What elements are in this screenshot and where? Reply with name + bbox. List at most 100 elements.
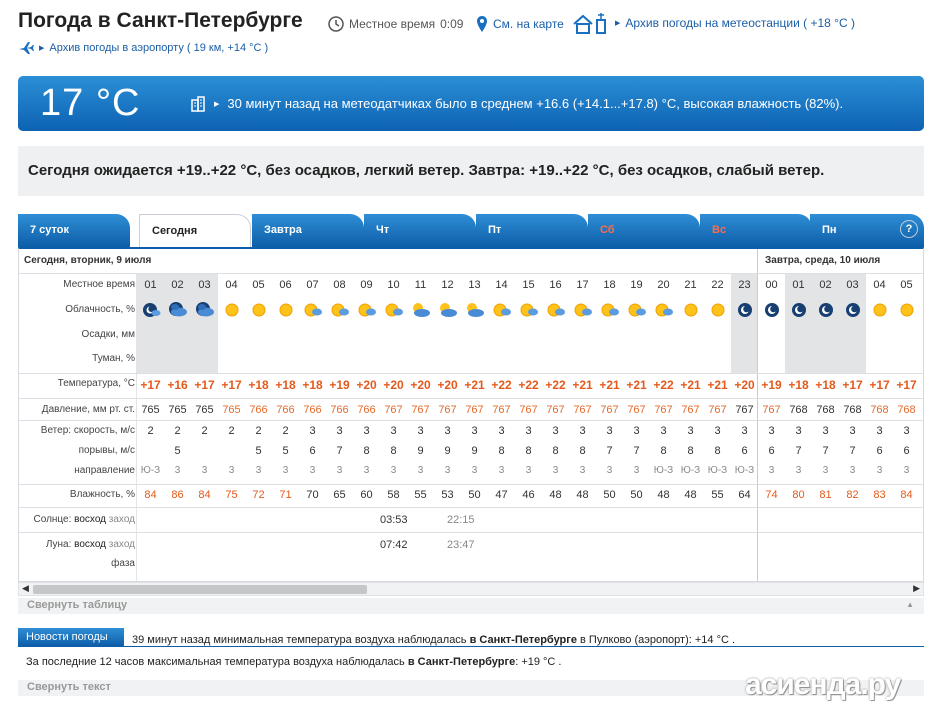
scroll-left-icon[interactable]: ◀ [22, 583, 29, 594]
hour-cell: 01 [792, 279, 805, 291]
collapse-table-button[interactable]: Свернуть таблицу ▲ [18, 598, 924, 614]
night-clear-icon [731, 301, 758, 321]
humidity-cell: 71 [279, 489, 292, 501]
wind-speed-cell: 2 [282, 425, 289, 437]
collapse-table-label[interactable]: Свернуть таблицу [27, 599, 127, 611]
hour-cell: 16 [549, 279, 562, 291]
humidity-cell: 48 [549, 489, 562, 501]
wind-gusts-cell: 7 [822, 445, 829, 457]
temperature-cell: +20 [356, 378, 377, 392]
wind-direction-cell: 3 [849, 465, 856, 476]
wind-speed-cell: 3 [552, 425, 559, 437]
wind-direction-cell: 3 [174, 465, 181, 476]
wind-gusts-cell: 6 [309, 445, 316, 457]
temperature-cell: +20 [383, 378, 404, 392]
airport-archive-label[interactable]: Архив погоды в аэропорту ( 19 км, +14 °C… [49, 42, 268, 54]
humidity-cell: 72 [252, 489, 265, 501]
wind-gusts-cell: 5 [255, 445, 262, 457]
humidity-cell: 46 [522, 489, 535, 501]
pressure-cell: 765 [195, 404, 214, 416]
wind-gusts-cell: 7 [849, 445, 856, 457]
scroll-right-icon[interactable]: ▶ [913, 583, 920, 594]
airport-archive-link[interactable]: ▶ Архив погоды в аэропорту ( 19 км, +14 … [18, 41, 268, 55]
tab-today[interactable]: Сегодня [139, 214, 251, 248]
row-divider [19, 420, 923, 421]
pressure-cell: 767 [708, 404, 727, 416]
night-clear-icon [785, 301, 812, 321]
wind-direction-cell: Ю-З [140, 465, 161, 476]
pressure-cell: 766 [276, 404, 295, 416]
map-link[interactable]: См. на карте [476, 16, 564, 32]
hour-cell: 12 [441, 279, 454, 291]
temperature-cell: +18 [275, 378, 296, 392]
pressure-cell: 767 [573, 404, 592, 416]
wind-gusts-cell: 9 [417, 445, 424, 457]
table-scrollbar[interactable]: ◀ ▶ [18, 582, 924, 596]
temperature-cell: +22 [518, 378, 539, 392]
row-divider [19, 507, 923, 508]
temperature-cell: +21 [626, 378, 647, 392]
temperature-cell: +20 [437, 378, 458, 392]
wind-speed-cell: 3 [336, 425, 343, 437]
collapse-up-icon[interactable]: ▲ [906, 600, 914, 609]
tab-fri[interactable]: Пт [476, 214, 588, 247]
humidity-cell: 84 [144, 489, 157, 501]
pressure-cell: 767 [438, 404, 457, 416]
tab-mon[interactable]: Пн ? [810, 214, 924, 247]
sun-icon [677, 301, 704, 321]
sun-cloud-icon [515, 301, 542, 321]
wind-speed-cell: 3 [633, 425, 640, 437]
pressure-cell: 767 [546, 404, 565, 416]
news-line-2-c: : +19 °С . [515, 656, 562, 668]
page-title: Погода в Санкт-Петербурге [18, 9, 303, 32]
hour-cell: 20 [657, 279, 670, 291]
pressure-cell: 767 [681, 404, 700, 416]
pressure-cell: 768 [870, 404, 889, 416]
wind-direction-cell: Ю-З [680, 465, 701, 476]
station-archive-link[interactable]: ▶ Архив погоды на метеостанции ( +18 °C … [572, 12, 855, 34]
wind-speed-cell: 3 [822, 425, 829, 437]
tab-mon-label[interactable]: Пн [822, 224, 837, 236]
sun-cloud-icon [650, 301, 677, 321]
news-line-1: 39 минут назад минимальная температура в… [132, 634, 735, 646]
row-divider [19, 532, 923, 533]
news-button[interactable]: Новости погоды [18, 628, 124, 646]
hour-cell: 01 [144, 279, 157, 291]
news-line-2-a: За последние 12 часов максимальная темпе… [26, 656, 408, 668]
help-icon[interactable]: ? [900, 220, 918, 238]
tab-thu[interactable]: Чт [364, 214, 476, 247]
row-label-humidity: Влажность, % [69, 489, 135, 500]
sun-cloudy-icon [407, 301, 434, 321]
collapse-text-label[interactable]: Свернуть текст [27, 681, 111, 693]
tab-sat[interactable]: Сб [588, 214, 700, 247]
temperature-cell: +21 [464, 378, 485, 392]
forecast-summary: Сегодня ожидается +19..+22 °C, без осадк… [18, 146, 924, 196]
temperature-cell: +20 [410, 378, 431, 392]
building-icon [191, 95, 205, 112]
pressure-cell: 768 [816, 404, 835, 416]
temperature-cell: +17 [140, 378, 161, 392]
current-message-text: 30 минут назад на метеодатчиках было в с… [227, 96, 844, 111]
station-archive-label[interactable]: Архив погоды на метеостанции ( +18 °C ) [625, 16, 855, 30]
temperature-cell: +18 [302, 378, 323, 392]
scroll-thumb[interactable] [33, 585, 367, 594]
hour-cell: 05 [900, 279, 913, 291]
wind-direction-cell: Ю-З [734, 465, 755, 476]
pressure-cell: 768 [897, 404, 916, 416]
tab-tomorrow[interactable]: Завтра [252, 214, 364, 247]
wind-gusts-cell: 8 [714, 445, 721, 457]
wind-gusts-cell: 5 [282, 445, 289, 457]
wind-speed-cell: 2 [201, 425, 208, 437]
sun-icon [866, 301, 893, 321]
tab-sun[interactable]: Вс [700, 214, 812, 247]
map-link-label[interactable]: См. на карте [493, 17, 564, 31]
tab-7-days[interactable]: 7 суток [18, 214, 130, 247]
wind-direction-cell: Ю-З [653, 465, 674, 476]
hour-cell: 02 [819, 279, 832, 291]
pressure-cell: 766 [303, 404, 322, 416]
wind-direction-cell: 3 [390, 465, 397, 476]
wind-gusts-cell: 6 [876, 445, 883, 457]
wind-direction-cell: 3 [606, 465, 613, 476]
wind-direction-cell: 3 [201, 465, 208, 476]
hour-cell: 19 [630, 279, 643, 291]
